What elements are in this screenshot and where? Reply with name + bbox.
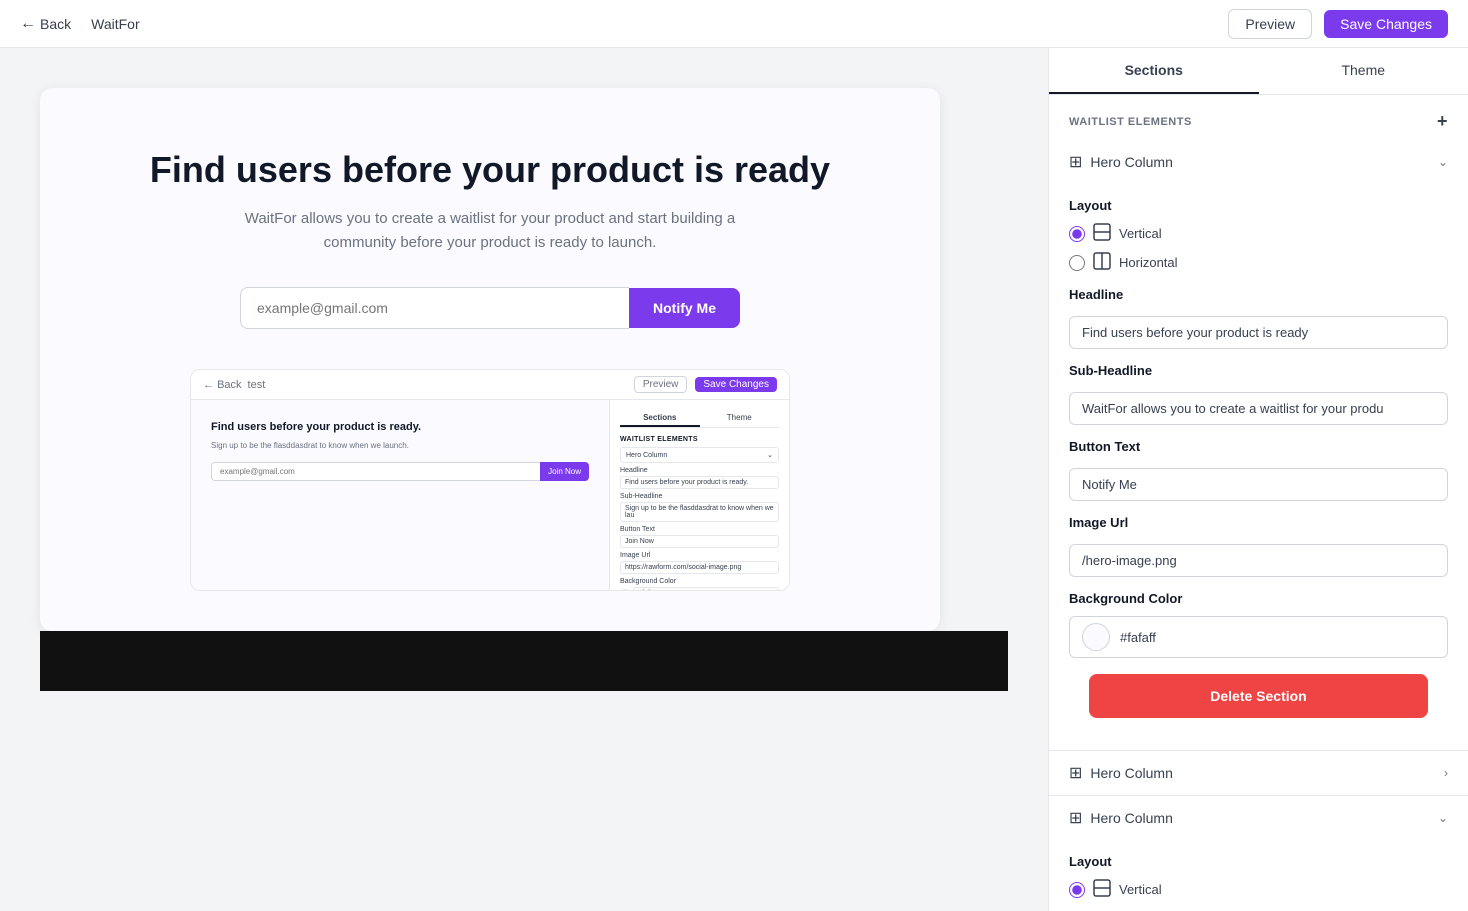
notify-button[interactable]: Notify Me: [629, 288, 740, 328]
accordion-hero-body: Layout Vertical: [1049, 198, 1468, 750]
ss-btn-group: Button Text Join Now: [620, 526, 779, 548]
headline-input[interactable]: [1069, 316, 1448, 349]
screenshot-topbar: ← Back test Preview Save Changes: [191, 370, 789, 400]
layout-radio-group: Vertical Horizontal: [1069, 223, 1448, 273]
ss-form: Join Now: [211, 462, 589, 481]
accordion-hero-header[interactable]: ⊞ Hero Column ⌄: [1049, 140, 1468, 184]
layout-horizontal[interactable]: Horizontal: [1069, 252, 1448, 273]
ss-hero-sub: Sign up to be the flasddasdrat to know w…: [211, 440, 589, 451]
ss-sidebar: Sections Theme WAITLIST ELEMENTS Hero Co…: [609, 400, 789, 590]
ss-bg-group: Background Color #f0f7: [620, 578, 779, 590]
bg-color-field: #fafaff: [1069, 616, 1448, 658]
ss-color-circle: [620, 589, 630, 591]
waitlist-elements-header: WAITLIST ELEMENTS +: [1049, 95, 1468, 140]
layout-horizontal-radio[interactable]: [1069, 255, 1085, 271]
button-text-label: Button Text: [1069, 439, 1448, 454]
topbar: ← Back WaitFor Preview Save Changes: [0, 0, 1468, 48]
button-text-input[interactable]: [1069, 468, 1448, 501]
ss-main: Find users before your product is ready.…: [191, 400, 609, 590]
grid-icon: ⊞: [1069, 152, 1082, 172]
screenshot-preview: ← Back test Preview Save Changes Find us…: [190, 369, 790, 591]
ss-tab-sections: Sections: [620, 410, 700, 427]
color-swatch[interactable]: [1082, 623, 1110, 651]
ss-hero-row: Hero Column ⌄: [620, 447, 779, 463]
ss-img-group: Image Url https://rawform.com/social-ima…: [620, 552, 779, 574]
delete-section-button[interactable]: Delete Section: [1089, 674, 1428, 718]
sidebar-tabs: Sections Theme: [1049, 48, 1468, 95]
sidebar-content: WAITLIST ELEMENTS + ⊞ Hero Column ⌄ Layo…: [1049, 95, 1468, 911]
main-layout: Find users before your product is ready …: [0, 48, 1468, 911]
image-url-label: Image Url: [1069, 515, 1448, 530]
back-label: Back: [40, 16, 71, 32]
subheadline-input[interactable]: [1069, 392, 1448, 425]
page-card: Find users before your product is ready …: [40, 88, 940, 631]
ss-tabs: Sections Theme: [620, 410, 779, 428]
back-button[interactable]: ← Back: [20, 15, 71, 33]
ss-project: test: [248, 379, 266, 391]
layout-vertical-2[interactable]: Vertical: [1069, 879, 1448, 900]
ss-preview-btn: Preview: [634, 376, 688, 393]
layout-vertical[interactable]: Vertical: [1069, 223, 1448, 244]
preview-button[interactable]: Preview: [1228, 9, 1312, 39]
ss-sub-group: Sub-Headline Sign up to be the flasddasd…: [620, 493, 779, 522]
hero-headline: Find users before your product is ready: [80, 148, 900, 191]
chevron-down-icon: ⌄: [1438, 155, 1448, 169]
right-sidebar: Sections Theme WAITLIST ELEMENTS + ⊞ Her…: [1048, 48, 1468, 911]
ss-elements-label: WAITLIST ELEMENTS: [620, 436, 779, 443]
layout-vertical-radio[interactable]: [1069, 226, 1085, 242]
collapsed-title-1: Hero Column: [1090, 765, 1172, 781]
back-arrow-icon: ←: [20, 15, 36, 33]
screenshot-body: Find users before your product is ready.…: [191, 400, 789, 590]
tab-theme[interactable]: Theme: [1259, 48, 1468, 94]
layout-vertical-radio-2[interactable]: [1069, 882, 1085, 898]
topbar-left: ← Back WaitFor: [20, 15, 140, 33]
headline-label: Headline: [1069, 287, 1448, 302]
chevron-down-icon-2: ⌄: [1438, 811, 1448, 825]
project-name: WaitFor: [91, 16, 139, 32]
layout-icon-vertical: [1093, 223, 1111, 244]
accordion-hero-title: Hero Column: [1090, 154, 1172, 170]
grid-icon-2: ⊞: [1069, 763, 1082, 783]
black-strip: [40, 631, 1008, 691]
add-section-icon[interactable]: +: [1437, 111, 1448, 132]
canvas-area: Find users before your product is ready …: [0, 48, 1048, 911]
chevron-right-icon-1: ›: [1444, 766, 1448, 780]
layout-radio-group-2: Vertical: [1069, 879, 1448, 900]
color-value: #fafaff: [1120, 630, 1156, 645]
layout-label: Layout: [1069, 198, 1448, 213]
accordion-hero-open: ⊞ Hero Column ⌄ Layout: [1049, 140, 1468, 751]
image-url-input[interactable]: [1069, 544, 1448, 577]
ss-email-input: [211, 462, 540, 481]
layout-icon-horizontal: [1093, 252, 1111, 273]
accordion-hero-collapsed-2: ⊞ Hero Column ⌄ Layout: [1049, 796, 1468, 911]
layout-label-2: Layout: [1069, 854, 1448, 869]
collapsed-title-2: Hero Column: [1090, 810, 1172, 826]
subheadline-label: Sub-Headline: [1069, 363, 1448, 378]
layout-icon-vertical-2: [1093, 879, 1111, 900]
accordion-hero-collapsed-header-2[interactable]: ⊞ Hero Column ⌄: [1049, 796, 1468, 840]
ss-hero-headline: Find users before your product is ready.: [211, 420, 589, 434]
waitlist-elements-label: WAITLIST ELEMENTS: [1069, 116, 1192, 128]
ss-notify-btn: Join Now: [540, 462, 589, 481]
topbar-right: Preview Save Changes: [1228, 9, 1448, 39]
email-input[interactable]: [240, 287, 629, 329]
accordion-body-2: Layout Vertical: [1049, 854, 1468, 911]
bg-color-label: Background Color: [1069, 591, 1448, 606]
hero-form: Notify Me: [240, 287, 740, 329]
ss-tab-theme: Theme: [700, 410, 780, 427]
ss-headline-group: Headline Find users before your product …: [620, 467, 779, 489]
hero-section: Find users before your product is ready …: [80, 148, 900, 329]
save-button[interactable]: Save Changes: [1324, 10, 1448, 38]
tab-sections[interactable]: Sections: [1049, 48, 1259, 94]
ss-back: ← Back: [203, 379, 242, 391]
ss-save-btn: Save Changes: [695, 377, 777, 392]
accordion-hero-collapsed-1: ⊞ Hero Column ›: [1049, 751, 1468, 796]
hero-subheadline: WaitFor allows you to create a waitlist …: [230, 207, 750, 255]
accordion-hero-collapsed-header-1[interactable]: ⊞ Hero Column ›: [1049, 751, 1468, 795]
grid-icon-3: ⊞: [1069, 808, 1082, 828]
